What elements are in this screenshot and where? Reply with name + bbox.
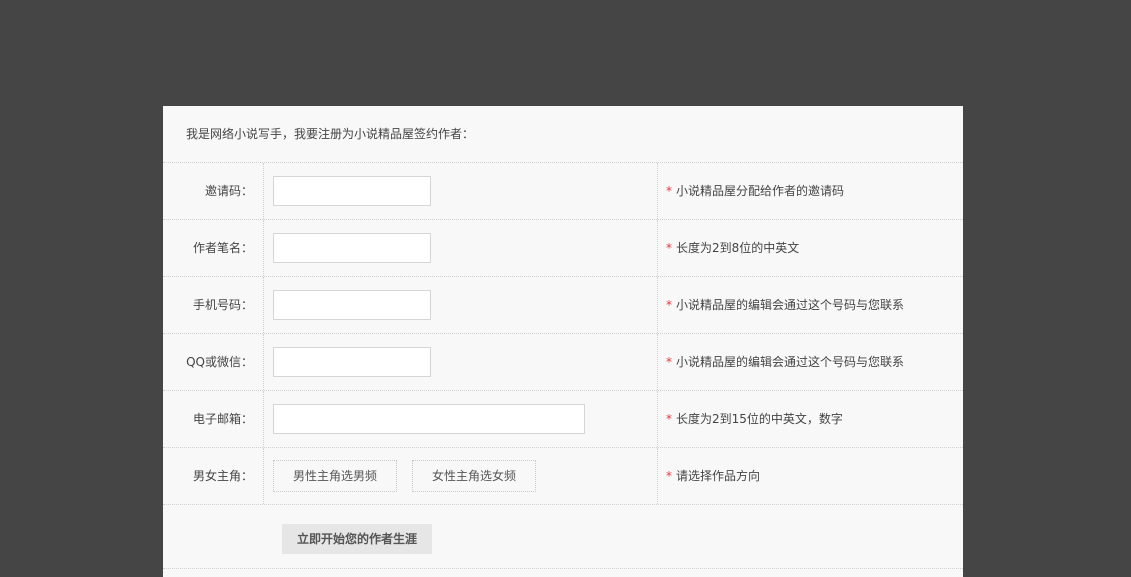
required-mark: * (666, 241, 672, 255)
start-author-career-button[interactable]: 立即开始您的作者生涯 (282, 524, 432, 554)
required-mark: * (666, 412, 672, 426)
protagonist-hint: * 请选择作品方向 (666, 448, 760, 504)
phone-row: 手机号码： * 小说精品屋的编辑会通过这个号码与您联系 (163, 277, 963, 334)
submit-row: 立即开始您的作者生涯 (163, 505, 963, 569)
phone-input[interactable] (273, 290, 431, 320)
pen-name-hint-text: 长度为2到8位的中英文 (676, 241, 800, 255)
pen-name-row: 作者笔名： * 长度为2到8位的中英文 (163, 220, 963, 277)
email-hint: * 长度为2到15位的中英文，数字 (666, 391, 843, 447)
invite-code-label: 邀请码： (163, 163, 264, 219)
invite-code-field-cell (265, 163, 658, 219)
author-register-form: 我是网络小说写手，我要注册为小说精品屋签约作者： 邀请码： * 小说精品屋分配给作… (163, 106, 963, 577)
invite-code-input[interactable] (273, 176, 431, 206)
email-label: 电子邮箱： (163, 391, 264, 447)
invite-code-hint-text: 小说精品屋分配给作者的邀请码 (676, 184, 845, 198)
protagonist-row: 男女主角： 男性主角选男频 女性主角选女频 * 请选择作品方向 (163, 448, 963, 505)
required-mark: * (666, 184, 672, 198)
invite-code-hint: * 小说精品屋分配给作者的邀请码 (666, 163, 844, 219)
phone-hint: * 小说精品屋的编辑会通过这个号码与您联系 (666, 277, 904, 333)
female-channel-button[interactable]: 女性主角选女频 (412, 460, 536, 492)
pen-name-hint: * 长度为2到8位的中英文 (666, 220, 799, 276)
required-mark: * (666, 298, 672, 312)
qq-wechat-label: QQ或微信： (163, 334, 264, 390)
qq-wechat-hint-text: 小说精品屋的编辑会通过这个号码与您联系 (676, 355, 905, 369)
phone-hint-text: 小说精品屋的编辑会通过这个号码与您联系 (676, 298, 905, 312)
phone-field-cell (265, 277, 658, 333)
male-channel-button[interactable]: 男性主角选男频 (273, 460, 397, 492)
phone-label: 手机号码： (163, 277, 264, 333)
qq-wechat-input[interactable] (273, 347, 431, 377)
email-row: 电子邮箱： * 长度为2到15位的中英文，数字 (163, 391, 963, 448)
form-intro: 我是网络小说写手，我要注册为小说精品屋签约作者： (163, 106, 963, 163)
protagonist-label: 男女主角： (163, 448, 264, 504)
qq-wechat-field-cell (265, 334, 658, 390)
invite-code-row: 邀请码： * 小说精品屋分配给作者的邀请码 (163, 163, 963, 220)
pen-name-field-cell (265, 220, 658, 276)
pen-name-label: 作者笔名： (163, 220, 264, 276)
pen-name-input[interactable] (273, 233, 431, 263)
required-mark: * (666, 469, 672, 483)
email-input[interactable] (273, 404, 585, 434)
qq-wechat-hint: * 小说精品屋的编辑会通过这个号码与您联系 (666, 334, 904, 390)
email-hint-text: 长度为2到15位的中英文，数字 (676, 412, 843, 426)
protagonist-field-cell: 男性主角选男频 女性主角选女频 (265, 448, 658, 504)
qq-wechat-row: QQ或微信： * 小说精品屋的编辑会通过这个号码与您联系 (163, 334, 963, 391)
email-field-cell (265, 391, 658, 447)
required-mark: * (666, 355, 672, 369)
protagonist-hint-text: 请选择作品方向 (676, 469, 761, 483)
